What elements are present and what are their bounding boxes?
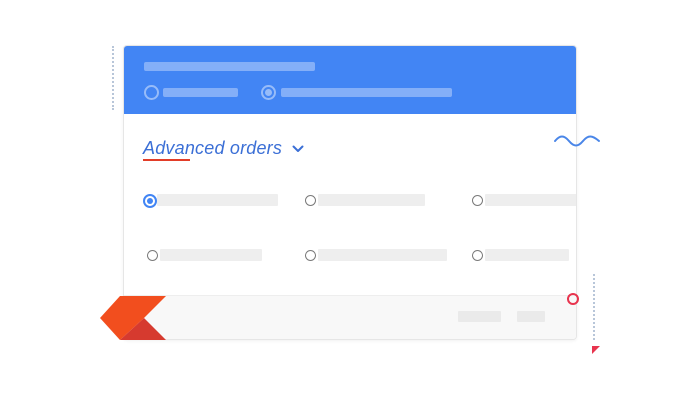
option-label-placeholder bbox=[160, 249, 262, 261]
radio-button[interactable] bbox=[472, 250, 483, 261]
triangle-decoration-icon bbox=[592, 346, 600, 354]
secondary-button-placeholder[interactable] bbox=[458, 311, 501, 322]
card-header bbox=[124, 46, 576, 114]
chevron-down-icon[interactable] bbox=[292, 145, 304, 153]
radio-button[interactable] bbox=[147, 250, 158, 261]
radio-button-selected[interactable] bbox=[143, 194, 157, 208]
dotted-line-decoration-left bbox=[112, 46, 114, 110]
radio-button[interactable] bbox=[305, 250, 316, 261]
dotted-line-decoration-right bbox=[593, 274, 595, 340]
header-title-placeholder bbox=[144, 62, 315, 71]
header-radio-label-placeholder-2 bbox=[281, 88, 452, 97]
header-radio-option-2[interactable] bbox=[261, 85, 276, 100]
radio-button[interactable] bbox=[472, 195, 483, 206]
option-label-placeholder bbox=[318, 194, 425, 206]
radio-button[interactable] bbox=[305, 195, 316, 206]
option-label-placeholder bbox=[318, 249, 447, 261]
header-radio-option-1[interactable] bbox=[144, 85, 159, 100]
option-label-placeholder bbox=[157, 194, 278, 206]
header-radio-dot bbox=[265, 89, 272, 96]
brand-logo-icon bbox=[100, 296, 166, 340]
title-underline bbox=[143, 159, 190, 161]
wave-decoration-icon bbox=[554, 135, 600, 147]
circle-decoration-icon bbox=[567, 293, 579, 305]
advanced-orders-toggle[interactable]: Advanced orders bbox=[143, 138, 282, 159]
option-label-placeholder bbox=[485, 249, 569, 261]
primary-button-placeholder[interactable] bbox=[517, 311, 545, 322]
option-label-placeholder bbox=[485, 194, 576, 206]
header-radio-label-placeholder-1 bbox=[163, 88, 238, 97]
order-settings-card: Advanced orders bbox=[123, 45, 577, 340]
card-footer bbox=[124, 295, 576, 339]
